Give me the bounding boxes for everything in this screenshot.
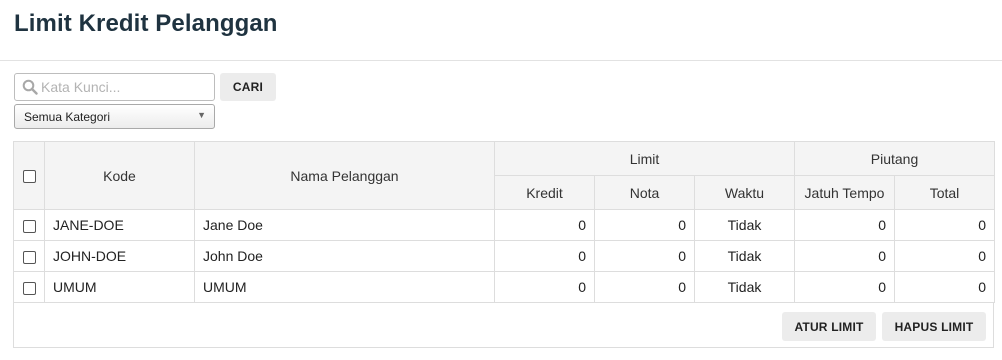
table-row[interactable]: JOHN-DOE John Doe 0 0 Tidak 0 0 [13,240,996,272]
cell-jatuh-tempo: 0 [794,209,895,241]
header-divider [0,60,1002,61]
cell-nota: 0 [594,271,695,303]
cell-jatuh-tempo: 0 [794,271,895,303]
cell-kode: JANE-DOE [44,209,195,241]
cell-kode: JOHN-DOE [44,240,195,272]
column-header-jatuh-tempo[interactable]: Jatuh Tempo [794,175,895,210]
cell-jatuh-tempo: 0 [794,240,895,272]
cell-nota: 0 [594,209,695,241]
column-header-total[interactable]: Total [893,175,996,210]
dropdown-arrow-icon: ▼ [197,110,206,120]
cell-nama: UMUM [194,271,495,303]
select-all-checkbox[interactable] [22,170,36,184]
cell-total: 0 [893,271,996,303]
row-checkbox-cell [13,209,45,241]
column-group-piutang: Piutang [793,141,996,176]
search-input[interactable] [41,74,211,100]
cell-nama: Jane Doe [194,209,495,241]
cell-kredit: 0 [494,271,595,303]
customer-limit-table: Kode Nama Pelanggan Limit Piutang Kredit… [13,141,996,303]
column-header-waktu[interactable]: Waktu [694,175,795,210]
row-checkbox[interactable] [22,219,36,233]
cell-kredit: 0 [494,209,595,241]
search-field[interactable] [14,73,215,101]
cell-waktu: Tidak [694,240,795,272]
row-checkbox[interactable] [22,250,36,264]
search-icon [22,79,38,95]
row-checkbox-cell [13,271,45,303]
search-button[interactable]: CARI [220,73,276,101]
category-select-value: Semua Kategori [24,110,111,124]
cell-total: 0 [893,240,996,272]
cell-kode: UMUM [44,271,195,303]
column-header-nama[interactable]: Nama Pelanggan [194,141,495,210]
category-select[interactable]: Semua Kategori ▼ [14,104,215,129]
row-checkbox[interactable] [22,281,36,295]
delete-limit-button[interactable]: HAPUS LIMIT [882,312,986,341]
cell-nota: 0 [594,240,695,272]
cell-kredit: 0 [494,240,595,272]
table-row[interactable]: JANE-DOE Jane Doe 0 0 Tidak 0 0 [13,209,996,241]
set-limit-button[interactable]: ATUR LIMIT [782,312,876,341]
select-all-cell [13,141,45,210]
row-checkbox-cell [13,240,45,272]
cell-waktu: Tidak [694,209,795,241]
table-row[interactable]: UMUM UMUM 0 0 Tidak 0 0 [13,271,996,303]
cell-nama: John Doe [194,240,495,272]
column-header-kredit[interactable]: Kredit [494,175,595,210]
cell-waktu: Tidak [694,271,795,303]
column-header-kode[interactable]: Kode [44,141,195,210]
page-title: Limit Kredit Pelanggan [14,10,278,37]
column-header-nota[interactable]: Nota [594,175,695,210]
cell-total: 0 [893,209,996,241]
column-group-limit: Limit [494,141,795,176]
